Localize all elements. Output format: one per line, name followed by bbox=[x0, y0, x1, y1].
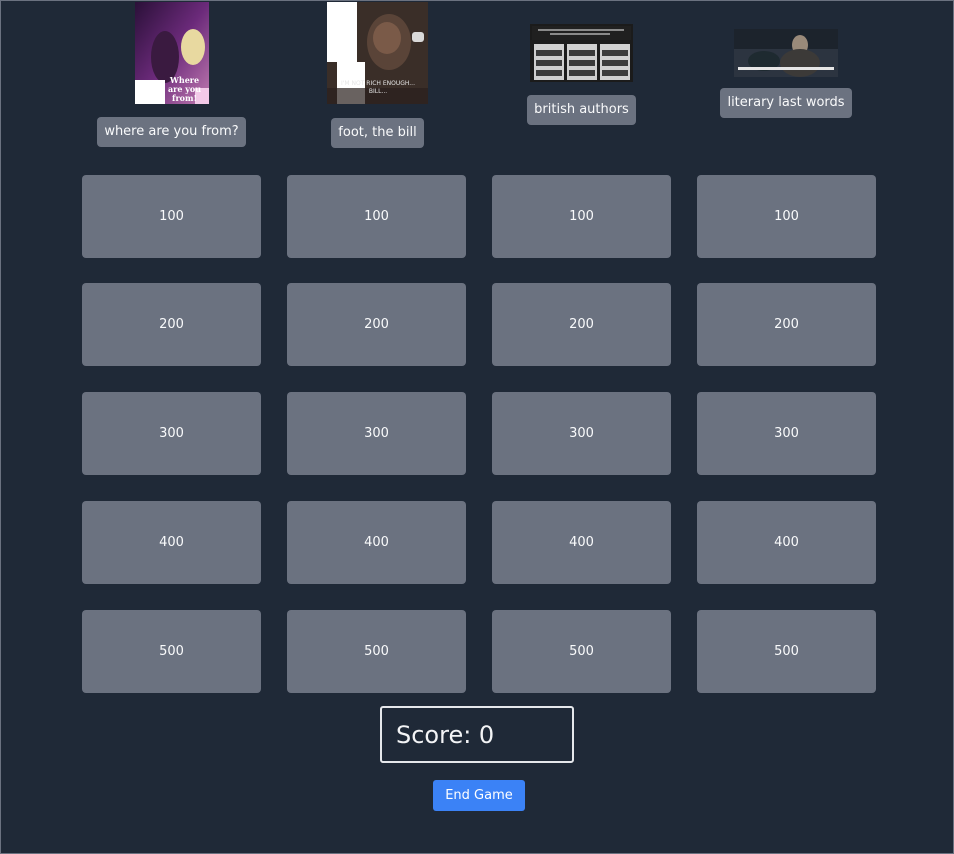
category-label[interactable]: foot, the bill bbox=[331, 118, 424, 148]
meme-gif-thumbnail: I'M NOT RICH ENOUGH... BILL... bbox=[327, 2, 428, 104]
category-label[interactable]: literary last words bbox=[720, 88, 852, 118]
category-where-are-you-from: Where are you from! where are you from? bbox=[97, 2, 246, 147]
quiz-screenshot-thumbnail bbox=[530, 24, 633, 82]
tile-foot-the-bill-200[interactable]: 200 bbox=[287, 283, 466, 366]
jeopardy-board: Where are you from! where are you from? … bbox=[0, 0, 954, 854]
end-game-button[interactable]: End Game bbox=[433, 780, 525, 811]
tile-literary-last-words-300[interactable]: 300 bbox=[697, 392, 876, 475]
category-british-authors: british authors bbox=[527, 24, 636, 125]
tile-british-authors-500[interactable]: 500 bbox=[492, 610, 671, 693]
tile-foot-the-bill-300[interactable]: 300 bbox=[287, 392, 466, 475]
tile-foot-the-bill-100[interactable]: 100 bbox=[287, 175, 466, 258]
tile-british-authors-100[interactable]: 100 bbox=[492, 175, 671, 258]
tile-where-are-you-from-300[interactable]: 300 bbox=[82, 392, 261, 475]
tile-british-authors-200[interactable]: 200 bbox=[492, 283, 671, 366]
thumb-caption: I'M NOT RICH ENOUGH... BILL... bbox=[340, 80, 415, 95]
movie-still-thumbnail bbox=[734, 29, 838, 77]
tile-foot-the-bill-500[interactable]: 500 bbox=[287, 610, 466, 693]
tile-where-are-you-from-500[interactable]: 500 bbox=[82, 610, 261, 693]
thumb-caption: Where are you from! bbox=[167, 75, 202, 103]
category-foot-the-bill: I'M NOT RICH ENOUGH... BILL... foot, the… bbox=[327, 2, 428, 148]
tile-british-authors-300[interactable]: 300 bbox=[492, 392, 671, 475]
tile-literary-last-words-200[interactable]: 200 bbox=[697, 283, 876, 366]
score-display: Score: 0 bbox=[380, 706, 574, 763]
tile-literary-last-words-400[interactable]: 400 bbox=[697, 501, 876, 584]
category-literary-last-words: literary last words bbox=[720, 29, 852, 118]
tile-literary-last-words-500[interactable]: 500 bbox=[697, 610, 876, 693]
tile-where-are-you-from-400[interactable]: 400 bbox=[82, 501, 261, 584]
category-label[interactable]: british authors bbox=[527, 95, 636, 125]
category-label[interactable]: where are you from? bbox=[97, 117, 246, 147]
tile-foot-the-bill-400[interactable]: 400 bbox=[287, 501, 466, 584]
tile-literary-last-words-100[interactable]: 100 bbox=[697, 175, 876, 258]
score-text: Score: 0 bbox=[396, 720, 495, 749]
tile-british-authors-400[interactable]: 400 bbox=[492, 501, 671, 584]
tile-where-are-you-from-200[interactable]: 200 bbox=[82, 283, 261, 366]
meme-gif-thumbnail: Where are you from! bbox=[134, 2, 209, 104]
tile-where-are-you-from-100[interactable]: 100 bbox=[82, 175, 261, 258]
